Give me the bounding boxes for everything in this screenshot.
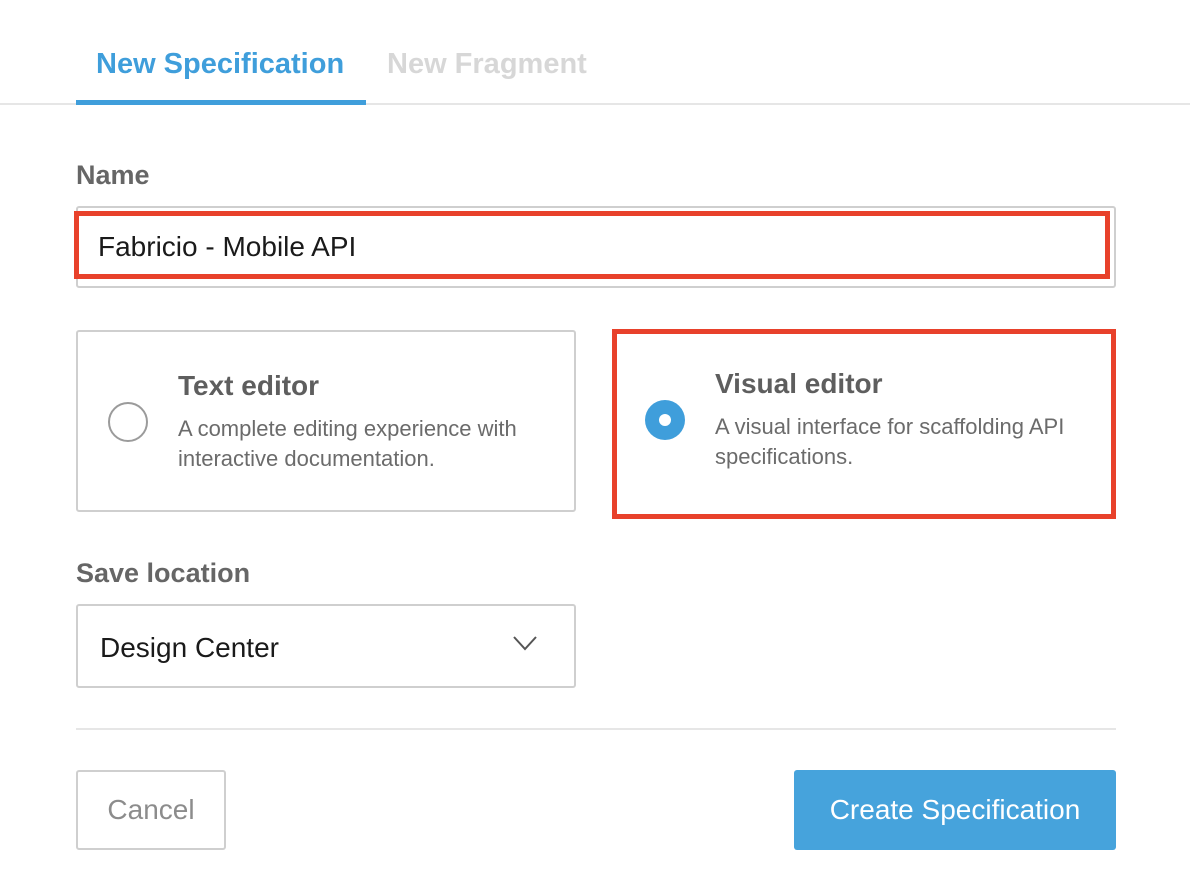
chevron-down-icon [513,636,537,651]
text-editor-radio[interactable] [108,402,148,442]
save-location-label: Save location [76,558,251,588]
save-location-select[interactable]: Design Center [76,604,576,688]
visual-editor-description: A visual interface for scaffolding API s… [715,414,1065,469]
save-location-value: Design Center [100,632,279,663]
tab-new-fragment[interactable]: New Fragment [387,48,587,81]
create-specification-button[interactable]: Create Specification [794,770,1116,850]
visual-editor-title: Visual editor [715,368,883,399]
active-tab-indicator [76,100,366,105]
radio-selected-dot [659,414,671,426]
text-editor-description: A complete editing experience with inter… [178,416,517,471]
new-specification-dialog: New Specification New Fragment Name Text… [0,0,1190,882]
footer-divider [76,728,1116,730]
name-input[interactable] [78,208,1114,286]
cancel-button[interactable]: Cancel [76,770,226,850]
visual-editor-radio[interactable] [645,400,685,440]
name-field-container [76,206,1116,288]
tab-new-specification[interactable]: New Specification [96,48,344,81]
text-editor-title: Text editor [178,370,320,401]
text-editor-option[interactable]: Text editor A complete editing experienc… [76,330,576,512]
tab-bar: New Specification New Fragment [0,0,1190,105]
visual-editor-option[interactable]: Visual editor A visual interface for sca… [615,330,1115,512]
name-label: Name [76,160,150,190]
